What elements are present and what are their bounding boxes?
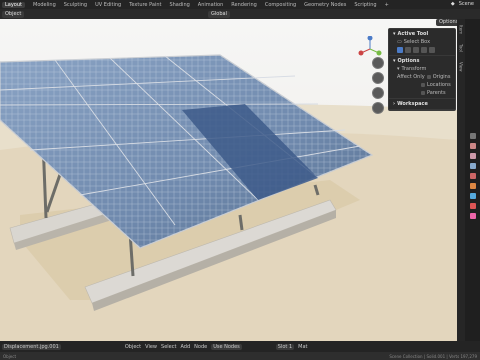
object-icon[interactable]: [469, 183, 476, 189]
tab-view[interactable]: View: [459, 62, 464, 72]
camera-icon[interactable]: [372, 87, 384, 99]
affect-only-label: Affect Only: [397, 74, 425, 80]
scene-name: Scene: [458, 1, 474, 7]
slot-dropdown[interactable]: Slot 1: [275, 343, 295, 350]
modifier-icon[interactable]: [469, 193, 476, 199]
status-left: Object: [3, 353, 17, 359]
viewport-nav-buttons: [372, 57, 384, 114]
origins-checkbox[interactable]: [426, 75, 431, 79]
workspace-tab-shading[interactable]: Shading: [169, 2, 189, 8]
workspace-tab-texture-paint[interactable]: Texture Paint: [129, 2, 161, 8]
workspace-tab-scripting[interactable]: Scripting: [354, 2, 376, 8]
select-box-row[interactable]: ▭ Select Box: [393, 39, 451, 45]
origins-label: Origins: [432, 74, 451, 80]
sidebar-tabs: Item Tool View: [457, 19, 465, 341]
select-box-label: Select Box: [403, 39, 431, 45]
parents-checkbox[interactable]: [421, 91, 425, 95]
add-menu[interactable]: Add: [180, 344, 190, 350]
view-layer-icon[interactable]: [469, 163, 476, 169]
node-menu[interactable]: Node: [194, 344, 207, 350]
use-nodes-toggle[interactable]: Use Nodes: [211, 343, 242, 350]
parents-label: Parents: [427, 90, 446, 96]
transform-label: Transform: [401, 66, 427, 72]
sidebar-n-panel: ▾ Active Tool ▭ Select Box ▾ Options ▾ Trans…: [388, 28, 456, 111]
grid-icon[interactable]: [372, 102, 384, 114]
chevron-down-icon: ▾: [397, 66, 400, 72]
select-new-icon[interactable]: [397, 47, 403, 53]
locations-row: Locations: [393, 82, 451, 88]
physics-icon[interactable]: [469, 203, 476, 209]
chevron-down-icon[interactable]: ▾: [393, 31, 396, 37]
locations-checkbox[interactable]: [421, 83, 425, 87]
viewport-header: Object Global: [0, 9, 480, 19]
chevron-down-icon[interactable]: ▾: [393, 58, 396, 64]
workspace-tab-uv-editing[interactable]: UV Editing: [95, 2, 121, 8]
workspace-tab-geometry-nodes[interactable]: Geometry Nodes: [304, 2, 346, 8]
select-mode-icons: [393, 47, 451, 53]
status-bar: Object Scene Collection | Solid.001 | Ve…: [0, 352, 480, 360]
top-menu-bar: Layout Modeling Sculpting UV Editing Tex…: [0, 0, 480, 9]
object-dropdown[interactable]: Object: [125, 344, 141, 350]
workspace-tab-sculpting[interactable]: Sculpting: [64, 2, 87, 8]
status-right: Scene Collection | Solid.001 | Verts 197…: [389, 353, 477, 359]
object-mode-dropdown[interactable]: Object: [2, 10, 25, 18]
workspace-title: Workspace: [397, 101, 428, 107]
workspace-tab-rendering[interactable]: Rendering: [231, 2, 257, 8]
transform-subheader[interactable]: ▾ Transform: [393, 66, 451, 72]
workspace-section: › Workspace: [389, 99, 455, 110]
select-intersect-icon[interactable]: [429, 47, 435, 53]
tab-tool[interactable]: Tool: [459, 44, 464, 52]
select-subtract-icon[interactable]: [413, 47, 419, 53]
workspace-tab-layout[interactable]: Layout: [2, 1, 25, 8]
scene-icon: ◆: [450, 1, 455, 7]
view-menu[interactable]: View: [145, 344, 157, 350]
chevron-right-icon[interactable]: ›: [393, 101, 395, 107]
parents-row: Parents: [393, 90, 451, 96]
options-section: ▾ Options ▾ Transform Affect Only Origins …: [389, 56, 455, 99]
pan-hand-icon[interactable]: [372, 72, 384, 84]
workspace-tab-modeling[interactable]: Modeling: [33, 2, 56, 8]
add-workspace-button[interactable]: +: [385, 2, 389, 8]
options-title: Options: [397, 58, 420, 64]
affect-only-origins-row: Affect Only Origins: [393, 74, 451, 80]
material-name-field[interactable]: Displacement.jpg.001: [2, 343, 61, 350]
active-tool-section: ▾ Active Tool ▭ Select Box: [389, 29, 455, 56]
tool-icon[interactable]: [469, 133, 476, 139]
scene-selector[interactable]: ◆ Scene: [451, 1, 474, 7]
output-icon[interactable]: [469, 153, 476, 159]
tab-item[interactable]: Item: [459, 25, 464, 34]
node-editor-header: Displacement.jpg.001 Object View Select …: [0, 341, 480, 352]
active-tool-title: Active Tool: [397, 31, 429, 37]
properties-tab-strip: [465, 19, 480, 341]
material-icon[interactable]: [469, 213, 476, 219]
select-extend-icon[interactable]: [405, 47, 411, 53]
zoom-icon[interactable]: [372, 57, 384, 69]
material-dropdown[interactable]: Mat: [298, 344, 307, 350]
select-box-icon: ▭: [397, 39, 402, 45]
locations-label: Locations: [427, 82, 451, 88]
workspace-tab-animation[interactable]: Animation: [198, 2, 224, 8]
select-menu[interactable]: Select: [161, 344, 176, 350]
transform-orientation-dropdown[interactable]: Global: [208, 10, 230, 18]
select-invert-icon[interactable]: [421, 47, 427, 53]
workspace-tab-compositing[interactable]: Compositing: [265, 2, 296, 8]
scene-icon[interactable]: [469, 173, 476, 179]
render-icon[interactable]: [469, 143, 476, 149]
